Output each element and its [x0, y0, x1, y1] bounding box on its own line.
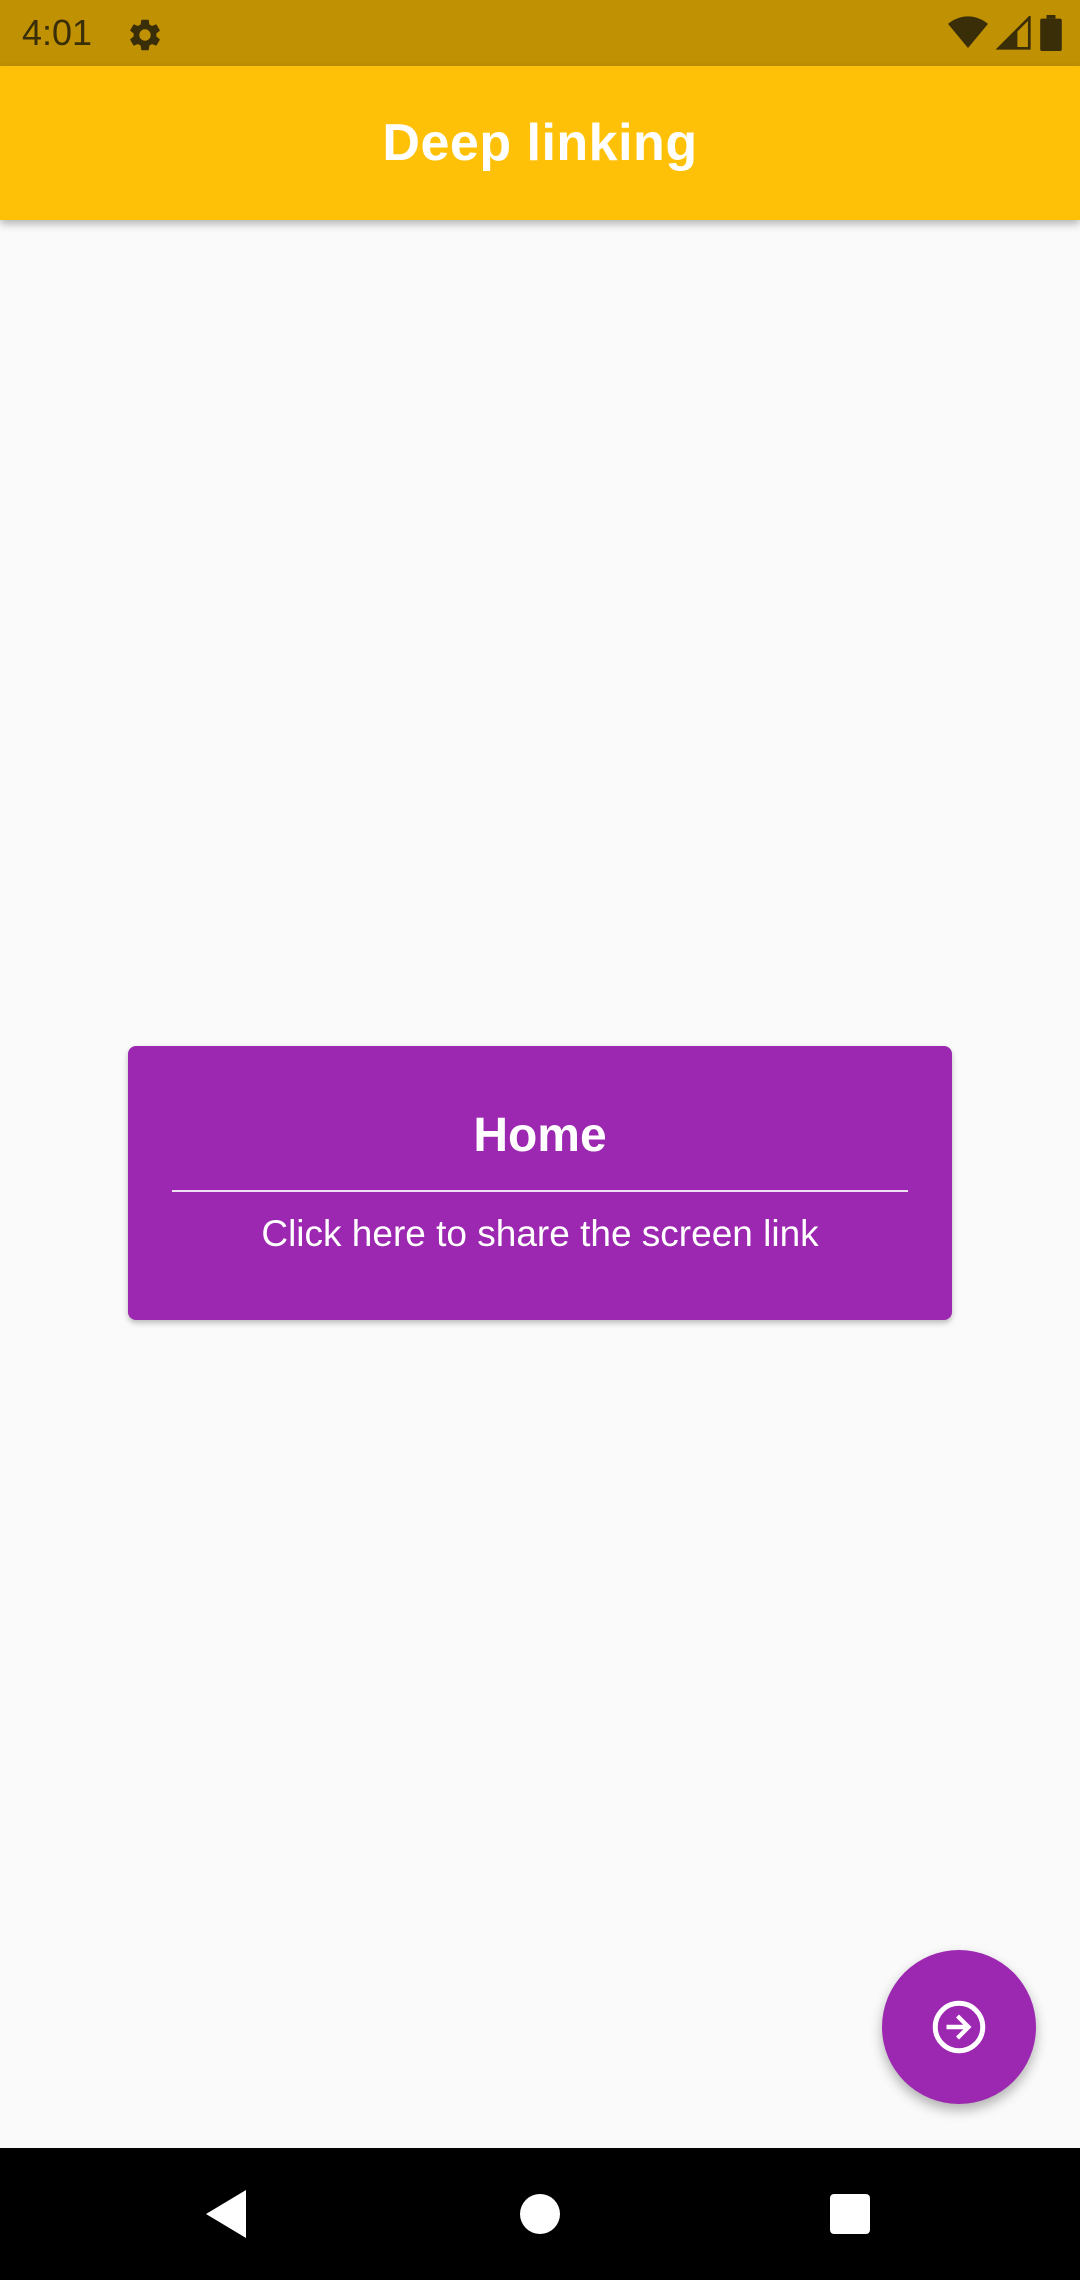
recents-icon — [830, 2194, 870, 2234]
home-icon — [520, 2194, 560, 2234]
navigate-fab-button[interactable] — [882, 1950, 1036, 2104]
system-nav-bar — [0, 2148, 1080, 2280]
share-link-card[interactable]: Home Click here to share the screen link — [128, 1046, 952, 1320]
arrow-right-circle-icon — [932, 2000, 986, 2054]
cellular-signal-icon — [996, 16, 1031, 50]
status-icons — [948, 14, 1062, 52]
battery-icon — [1040, 15, 1062, 51]
app-title: Deep linking — [382, 114, 698, 172]
home-button[interactable] — [504, 2178, 576, 2250]
recents-button[interactable] — [814, 2178, 886, 2250]
card-title: Home — [473, 1109, 607, 1162]
gear-icon — [130, 19, 160, 51]
status-time: 4:01 — [22, 12, 93, 53]
share-link-text: Click here to share the screen link — [261, 1213, 819, 1254]
back-icon — [206, 2190, 246, 2238]
status-bar: 4:01 — [0, 0, 1080, 66]
app-bar: Deep linking — [0, 66, 1080, 220]
main-content: Home Click here to share the screen link — [0, 220, 1080, 2148]
back-button[interactable] — [190, 2178, 262, 2250]
card-divider — [172, 1190, 908, 1192]
wifi-icon — [948, 16, 988, 48]
